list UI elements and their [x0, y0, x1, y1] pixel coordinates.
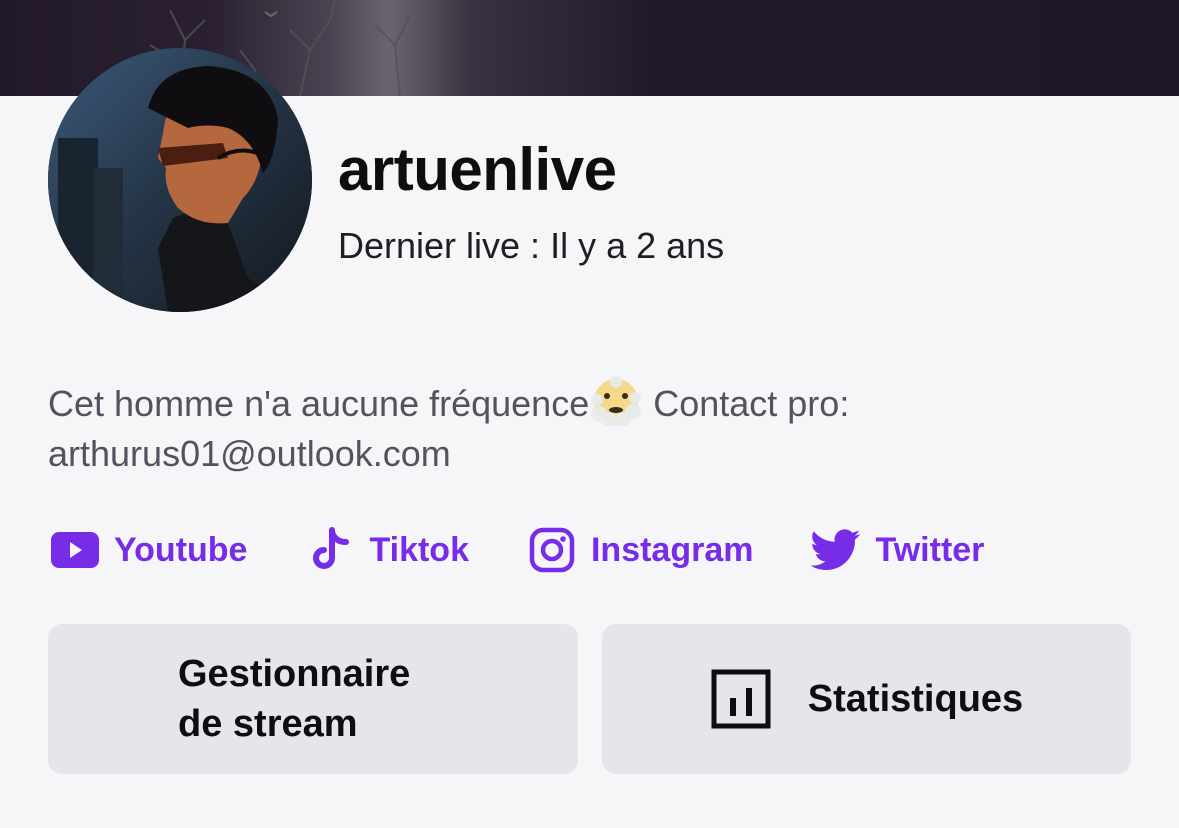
youtube-icon	[48, 523, 102, 577]
social-link-twitter[interactable]: Twitter	[809, 523, 984, 577]
face-with-fog-emoji-icon	[591, 376, 642, 426]
avatar[interactable]	[48, 48, 312, 312]
stream-manager-label: Gestionnaire de stream	[178, 653, 411, 745]
social-label: Tiktok	[369, 530, 469, 569]
bio-text-start: Cet homme n'a aucune fréquence	[48, 383, 590, 424]
social-label: Youtube	[114, 530, 248, 569]
social-label: Instagram	[590, 530, 754, 569]
social-link-youtube[interactable]: Youtube	[48, 523, 247, 577]
bio: Cet homme n'a aucune fréquence Contact p…	[48, 376, 1128, 479]
social-label: Twitter	[875, 530, 985, 569]
twitter-icon	[809, 523, 863, 577]
last-live-status: Dernier live : Il y a 2 ans	[338, 225, 725, 266]
social-link-tiktok[interactable]: Tiktok	[303, 523, 469, 577]
social-links: Youtube Tiktok Instagram Twitter	[48, 522, 984, 578]
social-link-instagram[interactable]: Instagram	[525, 523, 754, 577]
username: artuenlive	[338, 136, 617, 203]
statistics-icon	[710, 668, 772, 730]
statistics-button[interactable]: Statistiques	[602, 624, 1131, 774]
tiktok-icon	[303, 523, 357, 577]
instagram-icon	[525, 523, 579, 577]
stream-manager-button[interactable]: Gestionnaire de stream	[48, 624, 578, 774]
statistics-label: Statistiques	[807, 678, 1024, 720]
